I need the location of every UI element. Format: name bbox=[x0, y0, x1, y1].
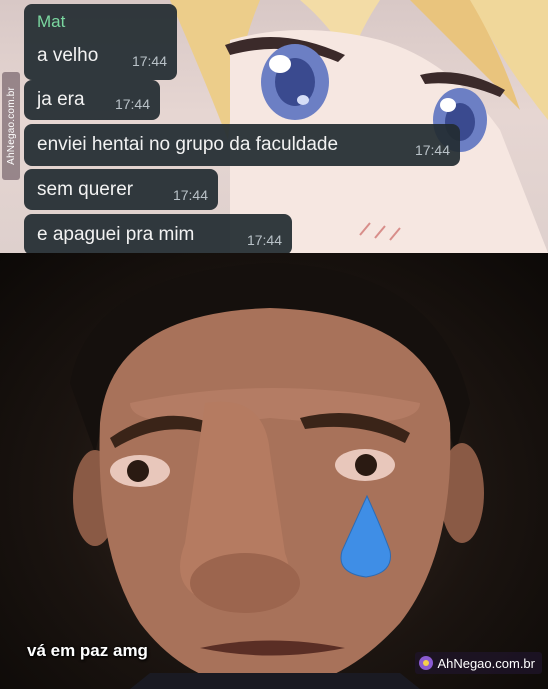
message-text: a velho bbox=[37, 45, 99, 66]
message-time: 17:44 bbox=[172, 187, 208, 203]
sender-name: Mat bbox=[37, 12, 66, 31]
message-time: 17:44 bbox=[131, 53, 167, 69]
logo-icon bbox=[419, 656, 434, 670]
chat-message-5[interactable]: e apaguei pra mim 17:44 bbox=[24, 214, 292, 253]
chat-message-2[interactable]: ja era 17:44 bbox=[24, 80, 160, 120]
chat-message-4[interactable]: sem querer 17:44 bbox=[24, 169, 218, 210]
message-time: 17:44 bbox=[246, 232, 282, 248]
message-text: sem querer bbox=[37, 179, 134, 200]
side-watermark: AhNegao.com.br bbox=[2, 72, 20, 180]
chat-message-3[interactable]: enviei hentai no grupo da faculdade 17:4… bbox=[24, 124, 460, 166]
site-logo-badge: AhNegao.com.br bbox=[415, 652, 542, 674]
message-time: 17:44 bbox=[414, 142, 450, 158]
chat-panel: AhNegao.com.br a velho 17:44 Mat ja era … bbox=[0, 0, 548, 253]
crying-man-photo bbox=[70, 263, 484, 689]
message-text: enviei hentai no grupo da faculdade bbox=[37, 134, 339, 155]
message-text: ja era bbox=[37, 89, 85, 110]
meme-photo-panel: vá em paz amg AhNegao.com.br bbox=[0, 253, 548, 689]
meme-caption: vá em paz amg bbox=[27, 641, 148, 660]
message-time: 17:44 bbox=[114, 96, 150, 112]
logo-text: AhNegao.com.br bbox=[437, 655, 535, 671]
message-text: e apaguei pra mim bbox=[37, 224, 195, 245]
